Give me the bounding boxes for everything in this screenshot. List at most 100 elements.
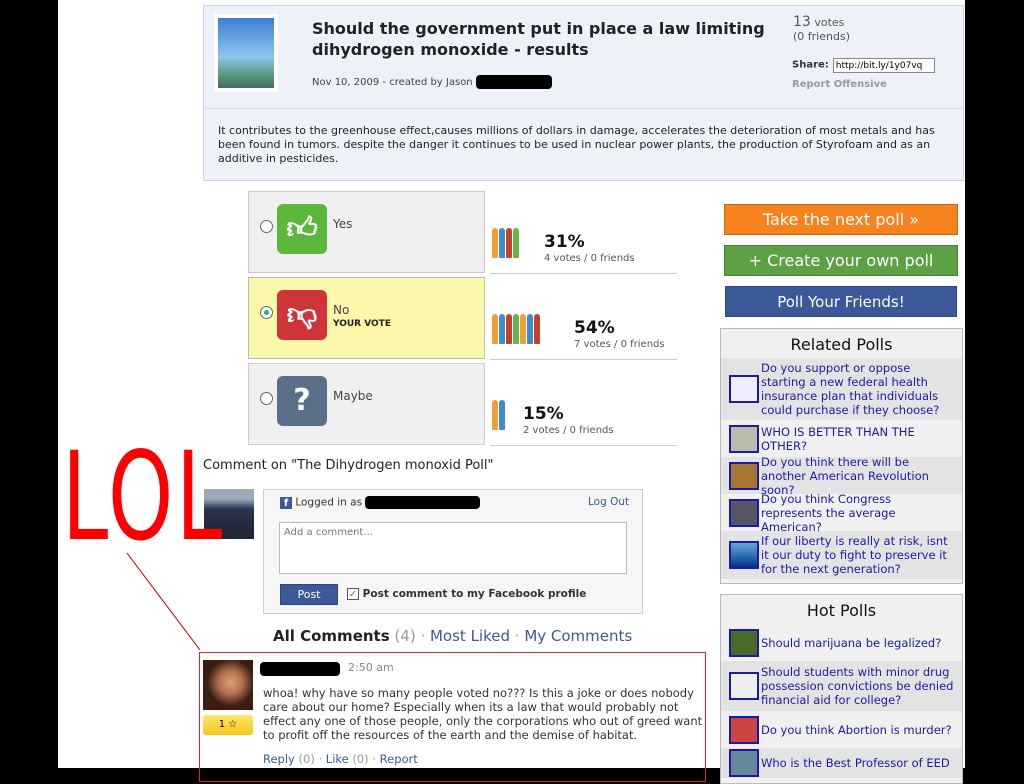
people-icon	[492, 314, 540, 344]
checkbox-checked[interactable]: ✓	[347, 588, 359, 600]
hot-poll-item[interactable]: Should students with minor drug possessi…	[721, 661, 962, 711]
result-maybe: 15% 2 votes / 0 friends	[490, 364, 677, 446]
radio-no[interactable]	[260, 306, 273, 319]
your-vote-badge: YOUR VOTE	[333, 319, 391, 329]
like-count: (0)	[352, 752, 369, 766]
report-link[interactable]: Report	[380, 752, 418, 766]
commenter-avatar	[203, 660, 253, 710]
report-offensive-link[interactable]: Report Offensive	[792, 79, 887, 90]
related-poll-item[interactable]: If our liberty is really at risk, isnt i…	[721, 531, 962, 579]
graduation-thumbnail	[729, 672, 759, 700]
poll-link[interactable]: Do you think Abortion is murder?	[761, 723, 952, 737]
created-by: Nov 10, 2009 - created by Jason	[312, 77, 473, 88]
poll-link[interactable]: WHO IS BETTER THAN THE OTHER?	[761, 425, 956, 453]
tab-my-comments[interactable]: My Comments	[524, 627, 632, 645]
percent: 31%	[544, 232, 585, 252]
annotation-line	[126, 552, 201, 651]
rating-count: 1	[218, 719, 226, 730]
redacted-name	[365, 496, 481, 509]
revolution-thumbnail	[729, 461, 759, 490]
thumbs-up-icon: 👍︎	[277, 204, 327, 254]
option-maybe[interactable]: ? Maybe	[248, 363, 485, 445]
logged-in-label: Logged in as	[295, 496, 363, 509]
congress-thumbnail	[729, 498, 759, 527]
marijuana-thumbnail	[729, 628, 759, 657]
result-yes: 31% 4 votes / 0 friends	[490, 192, 677, 274]
facebook-icon: f	[280, 496, 292, 509]
comment-count: (4)	[394, 627, 416, 645]
comment-item: 1 ☆ 2:50 am whoa! why have so many peopl…	[199, 652, 706, 782]
people-icon	[492, 400, 505, 430]
hot-polls-title: Hot Polls	[806, 601, 877, 620]
poll-header: Should the government put in place a law…	[203, 5, 964, 181]
thumbs-down-icon: 👎︎	[277, 290, 327, 340]
related-poll-item[interactable]: Do you support or oppose starting a new …	[721, 358, 962, 420]
share: Share:	[792, 58, 935, 73]
create-poll-button[interactable]: + Create your own poll	[724, 245, 958, 276]
poll-description: It contributes to the greenhouse effect,…	[218, 124, 935, 165]
related-list: Do you support or oppose starting a new …	[721, 358, 962, 579]
comment-input[interactable]	[279, 522, 627, 574]
poll-link[interactable]: Should students with minor drug possessi…	[761, 665, 956, 707]
hot-poll-item[interactable]: Who is the Best Professor of EED	[721, 748, 962, 778]
poll-friends-button[interactable]: Poll Your Friends!	[725, 286, 957, 317]
comment-text: whoa! why have so many people voted no??…	[263, 686, 703, 742]
option-yes[interactable]: 👍︎ Yes	[248, 191, 485, 273]
redacted-name	[260, 662, 340, 676]
like-link[interactable]: Like	[326, 752, 349, 766]
reply-count: (0)	[298, 752, 315, 766]
option-no[interactable]: 👎︎ No YOUR VOTE	[248, 277, 485, 359]
hot-polls: Hot Polls Should marijuana be legalized?…	[720, 594, 963, 784]
poll-link[interactable]: Do you support or oppose starting a new …	[761, 361, 956, 417]
tab-all-comments[interactable]: All Comments	[273, 627, 390, 645]
friends-count: (0 friends)	[793, 30, 850, 43]
poll-meta: Nov 10, 2009 - created by Jason	[312, 75, 552, 89]
related-poll-item[interactable]: WHO IS BETTER THAN THE OTHER?	[721, 420, 962, 457]
post-button[interactable]: Post	[280, 584, 338, 605]
people-thumbnail	[729, 424, 759, 453]
related-polls: Related Polls Do you support or oppose s…	[720, 328, 963, 584]
poll-link[interactable]: Should marijuana be legalized?	[761, 636, 941, 650]
star-icon: ☆	[228, 719, 238, 730]
share-url-input[interactable]	[832, 58, 935, 73]
option-label: No YOUR VOTE	[333, 303, 391, 329]
result-no: 54% 7 votes / 0 friends	[490, 278, 677, 360]
poll-link[interactable]: Do you think there will be another Ameri…	[761, 455, 956, 497]
related-polls-title: Related Polls	[790, 335, 893, 354]
percent: 54%	[574, 318, 615, 338]
logged-in: f Logged in as	[280, 496, 481, 509]
option-label: Yes	[333, 217, 353, 231]
radio-yes[interactable]	[260, 220, 273, 233]
hot-poll-item[interactable]: Should marijuana be legalized?	[721, 624, 962, 661]
option-label: Maybe	[333, 389, 373, 403]
radio-maybe[interactable]	[260, 392, 273, 405]
professor-thumbnail	[729, 749, 759, 777]
vote-detail: 7 votes / 0 friends	[574, 339, 665, 350]
rating-button[interactable]: 1 ☆	[203, 715, 253, 735]
take-next-poll-button[interactable]: Take the next poll »	[724, 204, 958, 235]
hot-poll-item[interactable]: Do you think Abortion is murder?	[721, 711, 962, 748]
poll-title: Should the government put in place a law…	[312, 19, 765, 59]
poll-link[interactable]: If our liberty is really at risk, isnt i…	[761, 534, 956, 576]
lol-annotation-line	[126, 552, 201, 651]
comment-form: f Logged in as Log Out Post ✓ Post comme…	[263, 489, 643, 614]
comment-heading: Comment on "The Dihydrogen monoxid Poll"	[203, 458, 494, 473]
poll-thumbnail	[214, 14, 278, 92]
tab-most-liked[interactable]: Most Liked	[430, 627, 510, 645]
hot-list: Should marijuana be legalized? Should st…	[721, 624, 962, 778]
divider	[204, 108, 963, 109]
related-poll-item[interactable]: Do you think Congress represents the ave…	[721, 492, 962, 534]
vote-detail: 2 votes / 0 friends	[523, 425, 614, 436]
post-to-facebook[interactable]: ✓ Post comment to my Facebook profile	[347, 588, 586, 600]
redacted-name	[475, 75, 552, 89]
sky-thumbnail	[729, 541, 759, 569]
vote-detail: 4 votes / 0 friends	[544, 253, 635, 264]
votes-number: 13	[793, 14, 811, 30]
related-poll-item[interactable]: Do you think there will be another Ameri…	[721, 455, 962, 497]
logout-link[interactable]: Log Out	[588, 496, 629, 508]
reply-link[interactable]: Reply	[263, 752, 295, 766]
poll-link[interactable]: Do you think Congress represents the ave…	[761, 492, 956, 534]
abortion-thumbnail	[729, 715, 759, 744]
percent: 15%	[523, 404, 564, 424]
comment-actions: Reply (0) · Like (0) · Report	[263, 752, 418, 766]
